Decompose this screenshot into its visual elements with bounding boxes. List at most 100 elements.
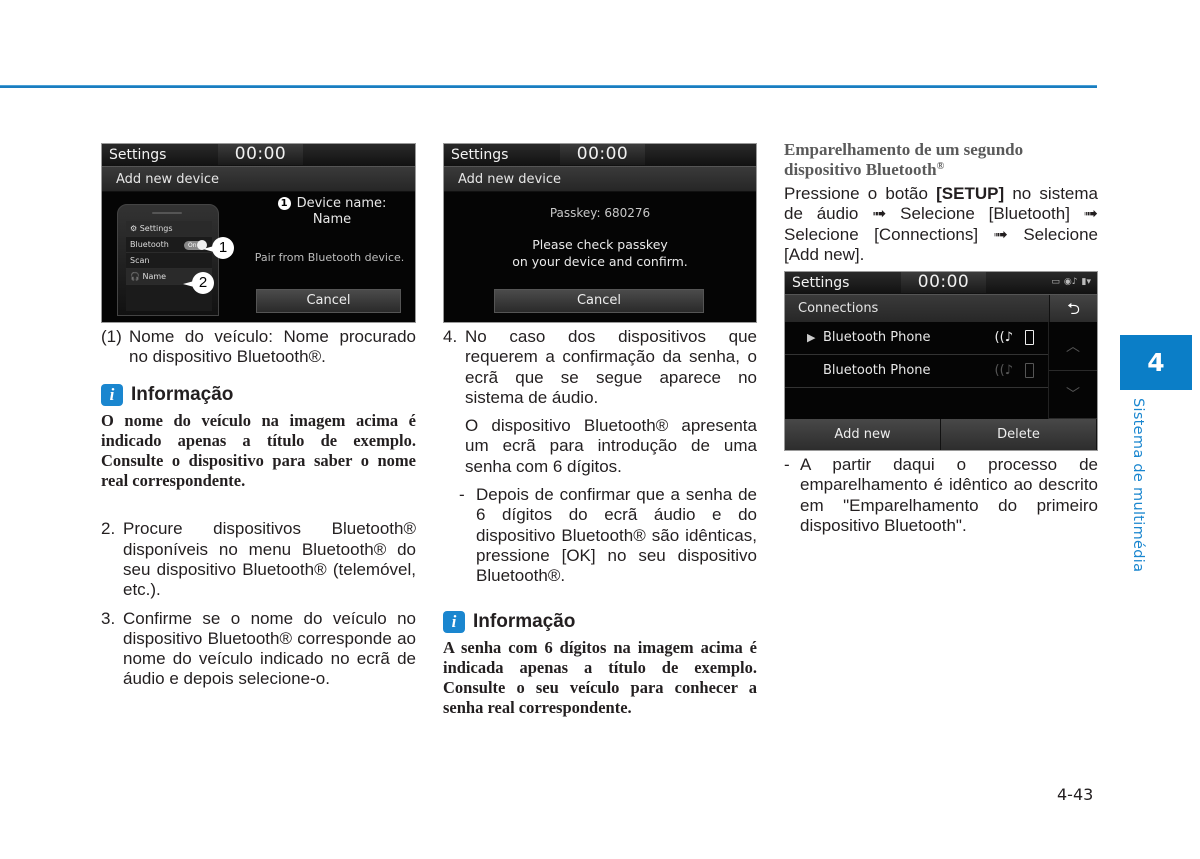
info-body: A senha com 6 dígitos na imagem acima é … bbox=[443, 637, 757, 718]
screen-clock: 00:00 bbox=[901, 272, 986, 294]
setup-instructions: Pressione o botão [SETUP] no sistema de … bbox=[784, 184, 1098, 265]
phone-bluetooth-label: Bluetooth bbox=[130, 240, 169, 249]
device-name: Bluetooth Phone bbox=[823, 363, 931, 379]
pair-instructions: Pair from Bluetooth device. bbox=[254, 251, 405, 264]
screen-top-bar: Settings 00:00 bbox=[444, 144, 756, 166]
info-icon: i bbox=[101, 383, 123, 406]
phone-icon bbox=[1025, 363, 1034, 379]
phone-speaker bbox=[152, 212, 182, 214]
scroll-down-icon[interactable]: ﹀ bbox=[1049, 371, 1097, 420]
scroll-up-icon[interactable]: ︿ bbox=[1049, 322, 1097, 371]
dash-item: - A partir daqui o processo de emparelha… bbox=[784, 455, 1098, 536]
phone-icon bbox=[1025, 330, 1034, 346]
device-name-label: Device name: bbox=[296, 196, 387, 211]
device-status-icons: ((♪ bbox=[995, 355, 1034, 387]
connections-header: Connections ⮌ bbox=[785, 294, 1097, 323]
device-name-value: Name bbox=[312, 212, 352, 227]
confirm-message: Please check passkey on your device and … bbox=[444, 236, 756, 270]
battery-icon: ▭ bbox=[1051, 277, 1060, 288]
dash-text: Depois de confirmar que a senha de 6 díg… bbox=[476, 485, 757, 586]
audio-streaming-icon: ((♪ bbox=[994, 363, 1013, 379]
list-text: Nome do veículo: Nome procurado no dispo… bbox=[129, 327, 416, 367]
callout-2: 2 bbox=[183, 272, 214, 294]
screen-passkey: Settings 00:00 Add new device Passkey: 6… bbox=[443, 143, 757, 323]
dash-marker: - bbox=[459, 485, 465, 505]
instr-pre: Pressione o botão bbox=[784, 184, 937, 203]
column-3: Emparelhamento de um segundo dispositivo… bbox=[784, 140, 1098, 536]
confirm-line-1: Please check passkey bbox=[532, 237, 668, 252]
screen-subtitle: Add new device bbox=[102, 166, 415, 192]
info-title: Informação bbox=[473, 610, 576, 632]
callout-1: 1 bbox=[203, 237, 234, 259]
section-title-text: Emparelhamento de um segundo dispositivo… bbox=[784, 140, 1024, 179]
cancel-button[interactable]: Cancel bbox=[494, 289, 704, 313]
step-marker: 2. bbox=[101, 519, 116, 539]
add-new-button[interactable]: Add new bbox=[785, 419, 941, 451]
screen-top-bar: Settings 00:00 bbox=[102, 144, 415, 166]
device-list: ▶ Bluetooth Phone ((♪ Bluetooth Phone ((… bbox=[785, 322, 1049, 420]
step-3: 3. Confirme se o nome do veículo no disp… bbox=[101, 609, 416, 690]
dash-marker: - bbox=[784, 455, 790, 475]
delete-button[interactable]: Delete bbox=[941, 419, 1097, 451]
list-marker: (1) bbox=[101, 327, 122, 346]
step-2: 2. Procure dispositivos Bluetooth® dispo… bbox=[101, 519, 416, 600]
list-item-1: (1) Nome do veículo: Nome procurado no d… bbox=[101, 327, 416, 368]
number-badge-icon: 1 bbox=[277, 197, 291, 210]
column-1: Settings 00:00 Add new device ⚙ Settings… bbox=[101, 140, 416, 690]
bluetooth-audio-icon: ◉♪ bbox=[1063, 277, 1078, 288]
step-marker: 4. bbox=[443, 327, 458, 346]
play-icon: ▶ bbox=[807, 331, 816, 345]
screen-clock: 00:00 bbox=[218, 144, 303, 165]
header-rule bbox=[0, 85, 1097, 88]
column-2: Settings 00:00 Add new device Passkey: 6… bbox=[443, 140, 757, 718]
step-text: No caso dos dispositivos que requerem a … bbox=[465, 327, 757, 407]
signal-icon: ▮▾ bbox=[1081, 277, 1091, 288]
screen-title: Settings bbox=[792, 275, 850, 292]
scroll-controls: ︿ ﹀ bbox=[1049, 322, 1097, 420]
chapter-tab: 4 bbox=[1120, 335, 1192, 390]
cancel-button[interactable]: Cancel bbox=[256, 289, 401, 313]
setup-key: [SETUP] bbox=[936, 184, 1005, 203]
step-4: 4. No caso dos dispositivos que requerem… bbox=[443, 327, 757, 408]
device-name: Bluetooth Phone bbox=[823, 330, 931, 346]
connections-body: ▶ Bluetooth Phone ((♪ Bluetooth Phone ((… bbox=[785, 322, 1097, 420]
screen-add-new-device-name: Settings 00:00 Add new device ⚙ Settings… bbox=[101, 143, 416, 323]
back-icon[interactable]: ⮌ bbox=[1050, 295, 1097, 323]
dash-item: - Depois de confirmar que a senha de 6 d… bbox=[443, 485, 757, 586]
info-icon: i bbox=[443, 610, 465, 633]
device-row[interactable]: Bluetooth Phone ((♪ bbox=[785, 355, 1048, 389]
registered-mark: ® bbox=[936, 160, 945, 172]
screen-connections: Settings 00:00 ▭ ◉♪ ▮▾ Connections ⮌ ▶ B… bbox=[784, 271, 1098, 452]
status-icons: ▭ ◉♪ ▮▾ bbox=[1051, 277, 1091, 287]
confirm-line-2: on your device and confirm. bbox=[512, 254, 688, 269]
phone-settings-row: ⚙ Settings bbox=[126, 221, 212, 237]
dash-text: A partir daqui o processo de emparelhame… bbox=[800, 455, 1098, 536]
chapter-title: Sistema de multimédia bbox=[1130, 398, 1146, 573]
connections-title: Connections bbox=[785, 295, 1050, 323]
phone-screen: ⚙ Settings Bluetooth On Scan 🎧 Name bbox=[126, 221, 212, 311]
passkey-value: Passkey: 680276 bbox=[549, 206, 651, 220]
section-title: Emparelhamento de um segundo dispositivo… bbox=[784, 140, 1098, 180]
device-name-block: 1 Device name: Name bbox=[252, 196, 412, 228]
info-title: Informação bbox=[131, 383, 234, 405]
step-4-paragraph: O dispositivo Bluetooth® apresenta um ec… bbox=[465, 416, 757, 476]
info-heading: i Informação bbox=[101, 383, 416, 406]
phone-illustration: ⚙ Settings Bluetooth On Scan 🎧 Name bbox=[117, 204, 219, 316]
device-row[interactable]: ▶ Bluetooth Phone ((♪ bbox=[785, 322, 1048, 356]
info-body: O nome do veículo na imagem acima é indi… bbox=[101, 410, 416, 491]
screen-title: Settings bbox=[451, 147, 509, 163]
device-status-icons: ((♪ bbox=[995, 322, 1034, 354]
page-number: 4-43 bbox=[1057, 785, 1094, 804]
info-heading: i Informação bbox=[443, 610, 757, 633]
screen-title: Settings bbox=[109, 147, 167, 163]
step-text: Procure dispositivos Bluetooth® disponív… bbox=[123, 519, 416, 600]
connections-footer: Add new Delete bbox=[785, 419, 1097, 451]
screen-subtitle: Add new device bbox=[444, 166, 756, 192]
phone-scan-row: Scan bbox=[126, 253, 212, 269]
step-marker: 3. bbox=[101, 608, 116, 628]
step-text: Confirme se o nome do veículo no disposi… bbox=[123, 608, 416, 689]
audio-streaming-icon: ((♪ bbox=[994, 330, 1013, 346]
screen-clock: 00:00 bbox=[560, 144, 645, 165]
phone-bluetooth-row: Bluetooth On bbox=[126, 237, 212, 253]
screen-top-bar: Settings 00:00 ▭ ◉♪ ▮▾ bbox=[785, 272, 1097, 295]
